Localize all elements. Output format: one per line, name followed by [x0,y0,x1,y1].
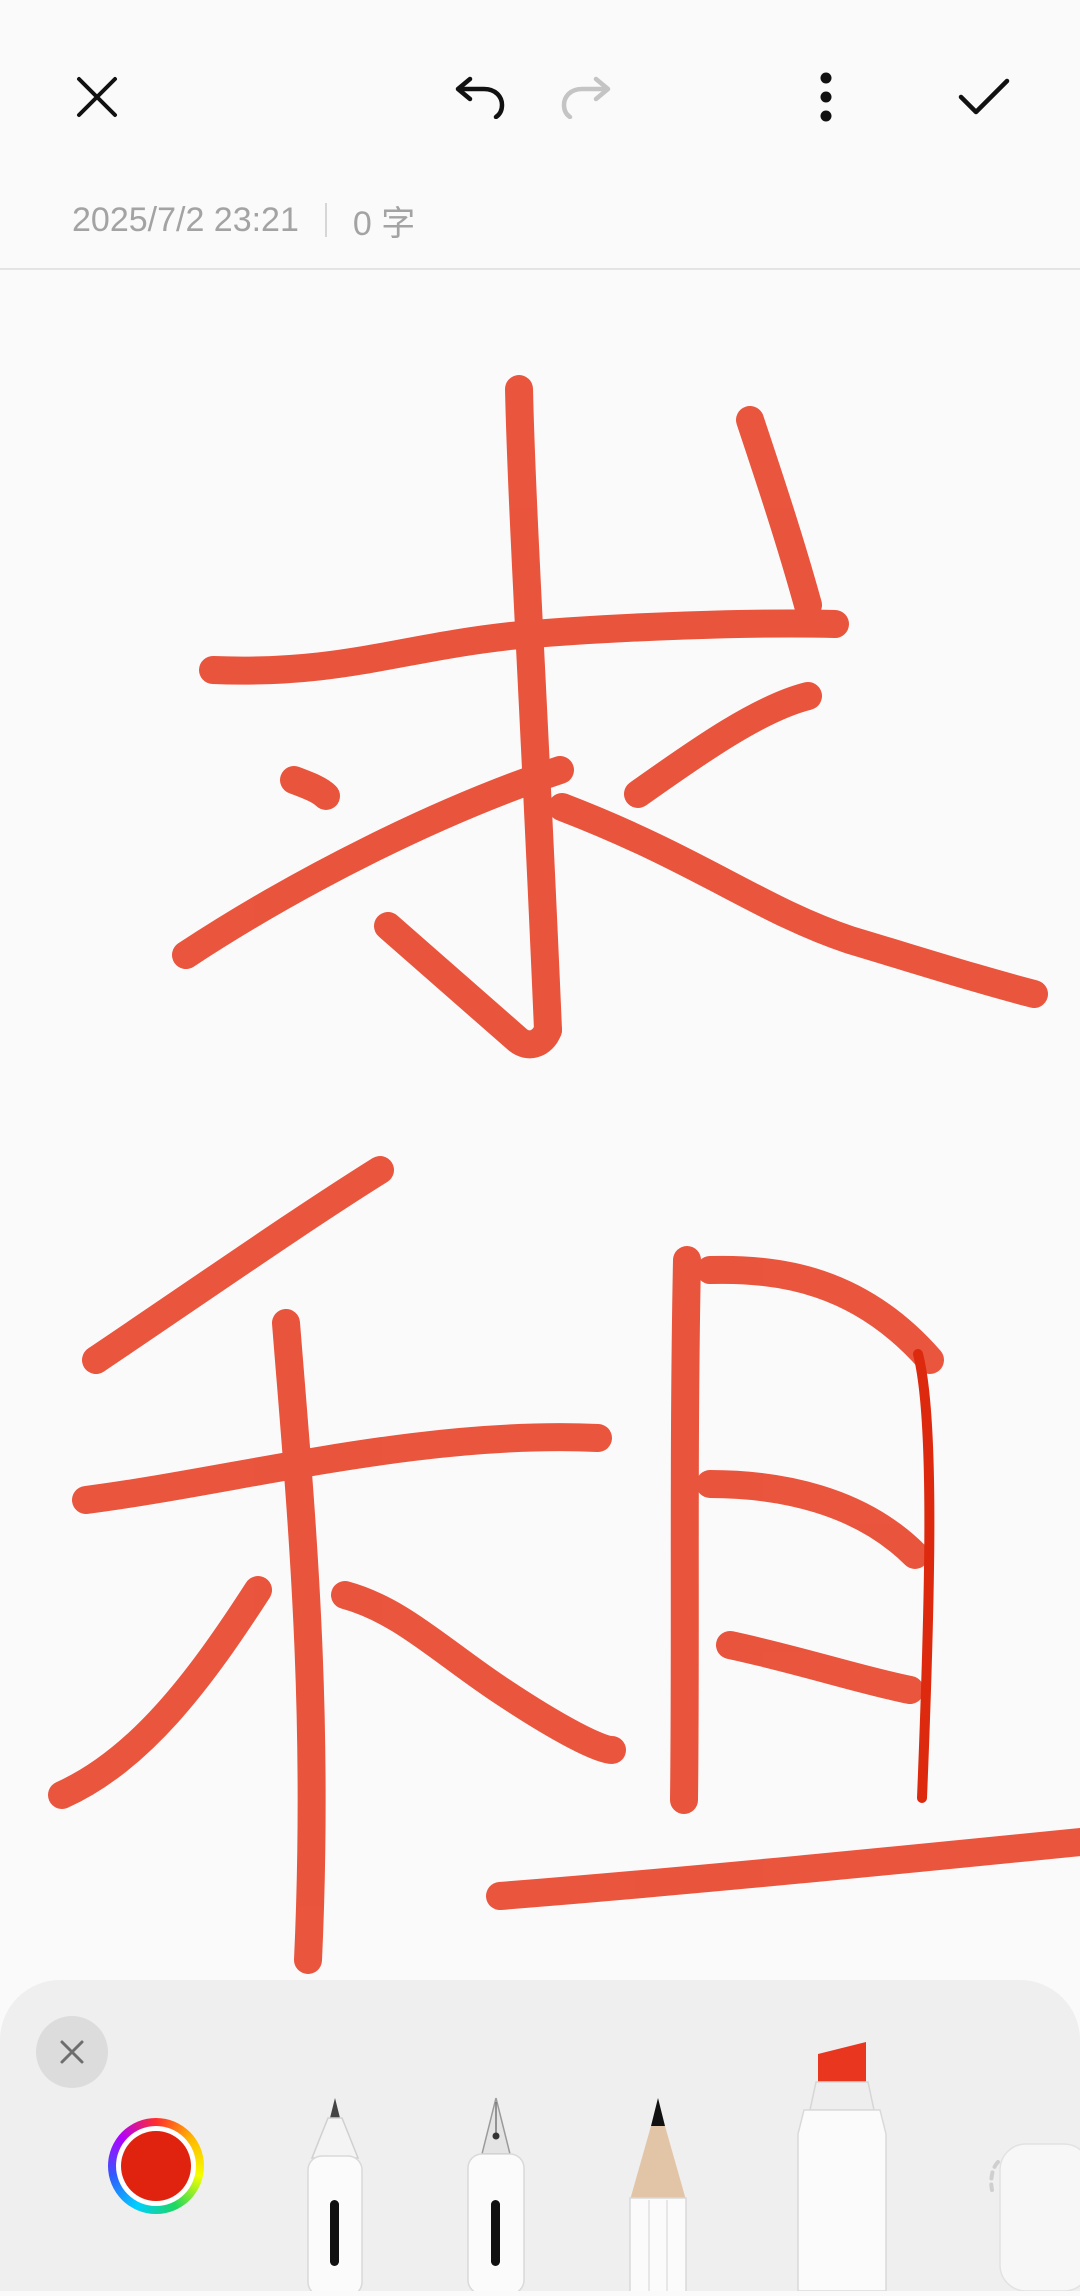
stroke [331,1581,626,1764]
fountain-pen-icon [467,2097,525,2295]
ballpoint-pen-tool[interactable] [298,2096,372,2296]
redo-button[interactable] [552,62,624,132]
stroke [72,1423,612,1514]
ballpoint-pen-icon [307,2098,363,2296]
stroke [670,1246,701,1814]
stroke [548,793,1048,1008]
handwriting-strokes [48,375,1080,1974]
done-button[interactable] [948,62,1020,132]
note-meta: 2025/7/2 23:21 0 字 [72,198,416,243]
close-toolbar-button[interactable] [36,2016,108,2088]
undo-icon [455,76,505,119]
pencil-tool[interactable] [620,2096,696,2295]
word-count: 0 字 [352,204,416,243]
drawing-canvas[interactable] [0,270,1080,1990]
color-picker-button[interactable] [108,2118,204,2214]
stroke [486,1828,1080,1910]
stroke [48,1576,272,1809]
stroke [736,406,822,619]
meta-separator [324,203,327,237]
top-bar [0,0,1080,190]
stroke [82,1156,394,1374]
redo-icon [561,76,611,119]
highlighter-icon [797,2042,887,2292]
pencil-icon [629,2098,687,2295]
selected-color-swatch [121,2131,191,2201]
stroke [280,766,340,810]
stroke [272,1309,326,1974]
eraser-icon [989,2143,1080,2292]
fountain-pen-tool[interactable] [458,2096,534,2295]
checkmark-icon [958,78,1010,115]
stroke [913,1349,935,1803]
close-icon [77,77,117,117]
note-timestamp: 2025/7/2 23:21 [72,200,299,239]
more-vertical-icon [820,72,832,122]
stroke [374,912,562,1059]
stroke [172,756,574,969]
color-wheel-icon [116,2126,196,2206]
more-options-button[interactable] [790,62,862,132]
eraser-tool[interactable] [970,2140,1080,2292]
stroke [716,1631,924,1704]
close-button[interactable] [62,62,132,132]
stroke [624,682,822,808]
stroke [696,1255,944,1374]
highlighter-tool[interactable] [782,2040,902,2292]
undo-button[interactable] [442,62,514,132]
close-icon [60,2040,84,2064]
stroke [696,1470,929,1569]
stroke [505,375,562,1044]
